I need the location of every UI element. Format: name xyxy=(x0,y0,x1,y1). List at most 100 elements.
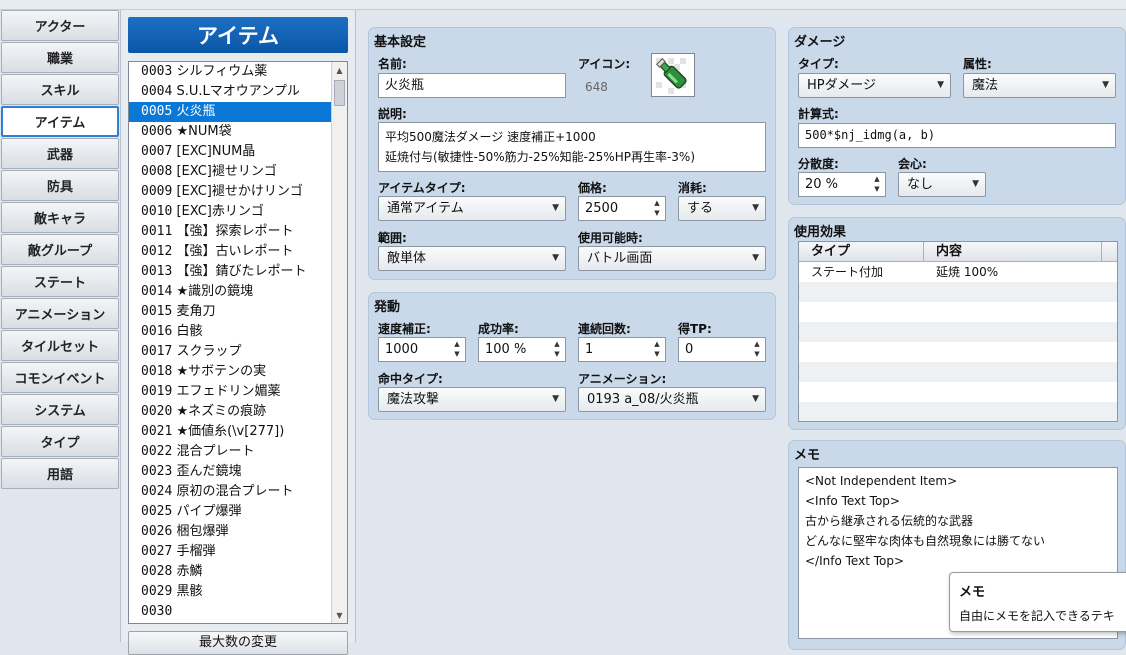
list-item[interactable]: 0013 【強】錆びたレポート xyxy=(129,262,332,282)
nav-tab[interactable]: 防具 xyxy=(1,170,119,201)
table-row[interactable] xyxy=(799,282,1117,302)
nav-tab[interactable]: 敵キャラ xyxy=(1,202,119,233)
list-item[interactable]: 0004 S.U.Lマオウアンプル xyxy=(129,82,332,102)
speed-stepper[interactable]: 1000 ▲ ▼ xyxy=(378,337,466,362)
table-row[interactable] xyxy=(799,342,1117,362)
list-item[interactable]: 0008 [EXC]褪せリンゴ xyxy=(129,162,332,182)
name-input[interactable]: 火炎瓶 xyxy=(378,73,566,98)
list-item[interactable]: 0018 ★サボテンの実 xyxy=(129,362,332,382)
table-row[interactable] xyxy=(799,382,1117,402)
item-name: 黒骸 xyxy=(176,584,203,599)
description-textarea[interactable]: 平均500魔法ダメージ 速度補正+1000 延焼付与(敏捷性-50%筋力-25%知… xyxy=(378,122,766,172)
list-item[interactable]: 0023 歪んだ鏡塊 xyxy=(129,462,332,482)
list-item[interactable]: 0021 ★価値糸(\v[277]) xyxy=(129,422,332,442)
list-item[interactable]: 0024 原初の混合プレート xyxy=(129,482,332,502)
table-row[interactable] xyxy=(799,362,1117,382)
element-select[interactable]: 魔法 ▼ xyxy=(963,73,1116,98)
list-item[interactable]: 0027 手榴弾 xyxy=(129,542,332,562)
scope-select[interactable]: 敵単体 ▼ xyxy=(378,246,566,271)
list-item[interactable]: 0026 梱包爆弾 xyxy=(129,522,332,542)
effects-table[interactable]: タイプ 内容 ステート付加 延焼 100% xyxy=(798,241,1118,422)
nav-tab[interactable]: アニメーション xyxy=(1,298,119,329)
critical-value: なし xyxy=(907,177,934,192)
list-item[interactable]: 0019 エフェドリン媚薬 xyxy=(129,382,332,402)
nav-tab[interactable]: 用語 xyxy=(1,458,119,489)
stepper-arrows-icon[interactable]: ▲ ▼ xyxy=(651,339,663,360)
list-item[interactable]: 0011 【強】探索レポート xyxy=(129,222,332,242)
nav-tab[interactable]: システム xyxy=(1,394,119,425)
item-id: 0028 xyxy=(141,564,173,579)
nav-tab[interactable]: 武器 xyxy=(1,138,119,169)
list-item[interactable]: 0010 [EXC]赤リンゴ xyxy=(129,202,332,222)
consume-select[interactable]: する ▼ xyxy=(678,196,766,221)
memo-line: 古から継承される伝統的な武器 xyxy=(805,514,974,528)
item-list[interactable]: 0003 シルフィウム薬 0004 S.U.Lマオウアンプル 0005 火炎瓶 000… xyxy=(128,61,348,624)
list-item[interactable]: 0016 白骸 xyxy=(129,322,332,342)
list-item[interactable]: 0022 混合プレート xyxy=(129,442,332,462)
list-item[interactable]: 0017 スクラップ xyxy=(129,342,332,362)
stepper-arrows-icon[interactable]: ▲ ▼ xyxy=(871,174,883,195)
tp-stepper[interactable]: 0 ▲ ▼ xyxy=(678,337,766,362)
animation-select[interactable]: 0193 a_08/火炎瓶 ▼ xyxy=(578,387,766,412)
nav-tab[interactable]: タイルセット xyxy=(1,330,119,361)
table-row[interactable]: ステート付加 延焼 100% xyxy=(799,262,1117,282)
list-item[interactable]: 0012 【強】古いレポート xyxy=(129,242,332,262)
list-item[interactable]: 0028 赤鱗 xyxy=(129,562,332,582)
chevron-down-icon: ▼ xyxy=(972,179,979,189)
item-name: ★ネズミの痕跡 xyxy=(176,404,267,419)
damage-type-select[interactable]: HPダメージ ▼ xyxy=(798,73,951,98)
scroll-up-icon[interactable]: ▲ xyxy=(332,62,347,78)
price-label: 価格: xyxy=(578,181,607,195)
scroll-thumb[interactable] xyxy=(334,80,345,106)
damage-group: ダメージ タイプ: HPダメージ ▼ 属性: 魔法 ▼ 計算式: 500*$nj_i… xyxy=(788,27,1126,205)
tooltip-title: メモ xyxy=(959,585,986,600)
variance-stepper[interactable]: 20 % ▲ ▼ xyxy=(798,172,886,197)
list-item[interactable]: 0029 黒骸 xyxy=(129,582,332,602)
occasion-select[interactable]: バトル画面 ▼ xyxy=(578,246,766,271)
list-item[interactable]: 0009 [EXC]褪せかけリンゴ xyxy=(129,182,332,202)
stepper-arrows-icon[interactable]: ▲ ▼ xyxy=(751,339,763,360)
nav-tab[interactable]: ステート xyxy=(1,266,119,297)
list-scrollbar[interactable]: ▲ ▼ xyxy=(331,62,347,623)
column-type[interactable]: タイプ xyxy=(799,242,924,261)
table-row[interactable] xyxy=(799,302,1117,322)
item-id: 0029 xyxy=(141,584,173,599)
table-row[interactable] xyxy=(799,402,1117,421)
list-item[interactable]: 0015 麦角刀 xyxy=(129,302,332,322)
scroll-down-icon[interactable]: ▼ xyxy=(332,607,347,623)
formula-input[interactable]: 500*$nj_idmg(a, b) xyxy=(798,123,1116,148)
success-stepper[interactable]: 100 % ▲ ▼ xyxy=(478,337,566,362)
nav-tab[interactable]: アクター xyxy=(1,10,119,41)
nav-tab[interactable]: 職業 xyxy=(1,42,119,73)
item-type-select[interactable]: 通常アイテム ▼ xyxy=(378,196,566,221)
list-item[interactable]: 0014 ★識別の鏡塊 xyxy=(129,282,332,302)
description-label: 説明: xyxy=(378,107,407,121)
nav-tab[interactable]: タイプ xyxy=(1,426,119,457)
stepper-arrows-icon[interactable]: ▲ ▼ xyxy=(551,339,563,360)
price-stepper[interactable]: 2500 ▲ ▼ xyxy=(578,196,666,221)
list-item[interactable]: 0006 ★NUM袋 xyxy=(129,122,332,142)
change-max-button[interactable]: 最大数の変更 xyxy=(128,631,348,655)
column-content[interactable]: 内容 xyxy=(924,242,1102,261)
list-item[interactable]: 0030 xyxy=(129,602,332,622)
table-row[interactable] xyxy=(799,322,1117,342)
stepper-arrows-icon[interactable]: ▲ ▼ xyxy=(651,198,663,219)
success-value: 100 % xyxy=(485,342,527,357)
nav-tab[interactable]: 敵グループ xyxy=(1,234,119,265)
stepper-arrows-icon[interactable]: ▲ ▼ xyxy=(451,339,463,360)
list-item[interactable]: 0005 火炎瓶 xyxy=(129,102,332,122)
list-item[interactable]: 0025 パイプ爆弾 xyxy=(129,502,332,522)
item-id: 0017 xyxy=(141,344,173,359)
nav-tab[interactable]: アイテム xyxy=(1,106,119,137)
bottle-icon[interactable] xyxy=(651,53,695,97)
repeat-value: 1 xyxy=(585,342,594,357)
list-item[interactable]: 0007 [EXC]NUM晶 xyxy=(129,142,332,162)
critical-select[interactable]: なし ▼ xyxy=(898,172,986,197)
nav-tab[interactable]: スキル xyxy=(1,74,119,105)
hit-type-select[interactable]: 魔法攻撃 ▼ xyxy=(378,387,566,412)
list-item[interactable]: 0020 ★ネズミの痕跡 xyxy=(129,402,332,422)
list-item[interactable]: 0003 シルフィウム薬 xyxy=(129,62,332,82)
nav-tab[interactable]: コモンイベント xyxy=(1,362,119,393)
item-id: 0020 xyxy=(141,404,173,419)
repeat-stepper[interactable]: 1 ▲ ▼ xyxy=(578,337,666,362)
